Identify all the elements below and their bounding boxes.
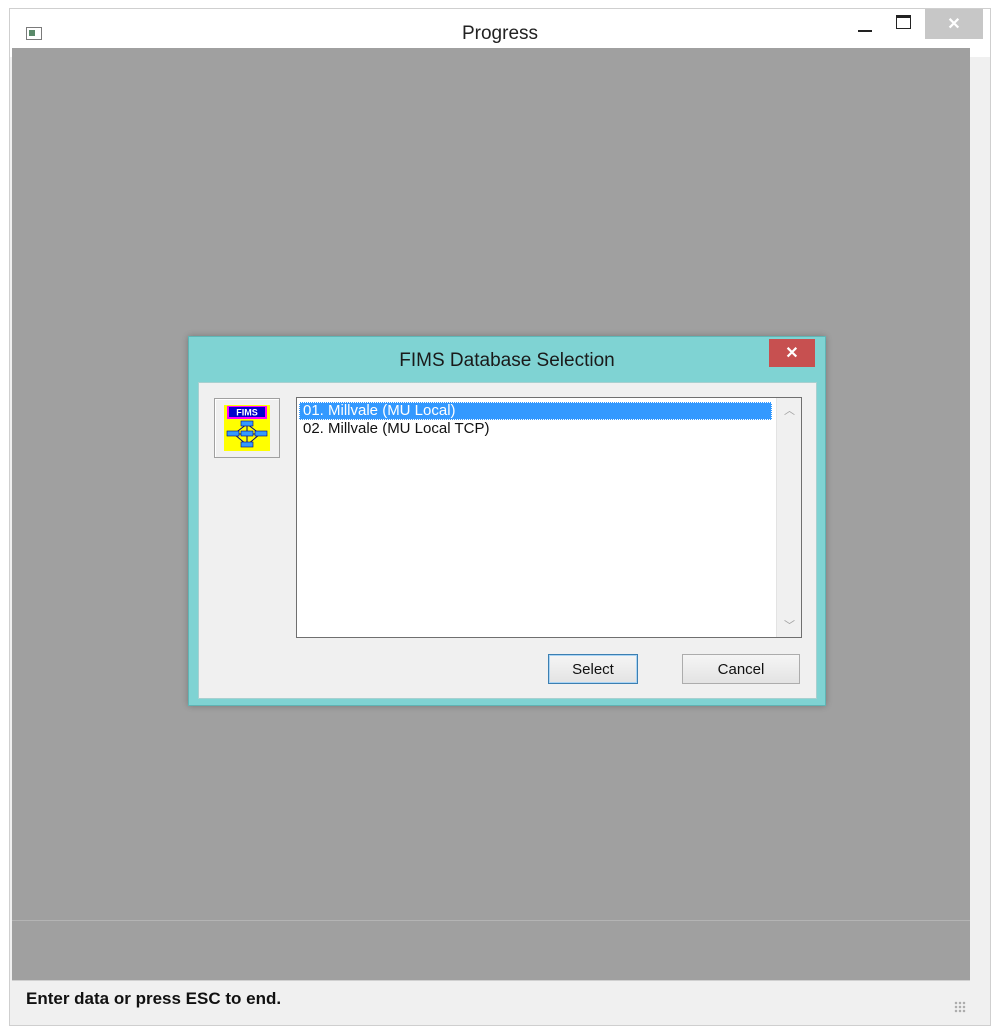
maximize-button[interactable]: [888, 9, 918, 39]
status-text: Enter data or press ESC to end.: [26, 989, 282, 1008]
status-bar: Enter data or press ESC to end.: [12, 980, 970, 1017]
logo-text: FIMS: [236, 408, 258, 418]
fims-logo-frame: FIMS: [214, 398, 280, 458]
dialog-title: FIMS Database Selection: [399, 350, 615, 371]
close-icon: ✕: [947, 16, 961, 33]
database-selection-dialog: FIMS Database Selection ✕ FIMS 01. Millv…: [188, 336, 826, 706]
cancel-button[interactable]: Cancel: [682, 654, 800, 684]
list-item[interactable]: 02. Millvale (MU Local TCP): [299, 420, 772, 438]
dialog-close-button[interactable]: ✕: [769, 339, 815, 367]
fims-logo-icon: FIMS: [224, 405, 270, 451]
window-title: Progress: [461, 23, 539, 44]
minimize-button[interactable]: [850, 9, 880, 39]
scroll-up-icon[interactable]: ︿: [777, 400, 802, 420]
client-divider: [12, 920, 970, 921]
maximize-icon: [895, 15, 911, 29]
resize-grip-icon[interactable]: [954, 1001, 966, 1013]
minimize-icon: [858, 30, 872, 32]
list-item[interactable]: 01. Millvale (MU Local): [299, 402, 772, 420]
select-button[interactable]: Select: [548, 654, 638, 684]
dialog-body: FIMS 01. Millvale (MU Local) 02. Millval…: [198, 382, 817, 699]
scroll-down-icon[interactable]: ﹀: [777, 615, 802, 635]
window-close-button[interactable]: ✕: [925, 9, 983, 39]
close-icon: ✕: [785, 345, 799, 362]
database-listbox[interactable]: 01. Millvale (MU Local) 02. Millvale (MU…: [296, 397, 802, 638]
list-scrollbar[interactable]: ︿ ﹀: [776, 398, 801, 637]
